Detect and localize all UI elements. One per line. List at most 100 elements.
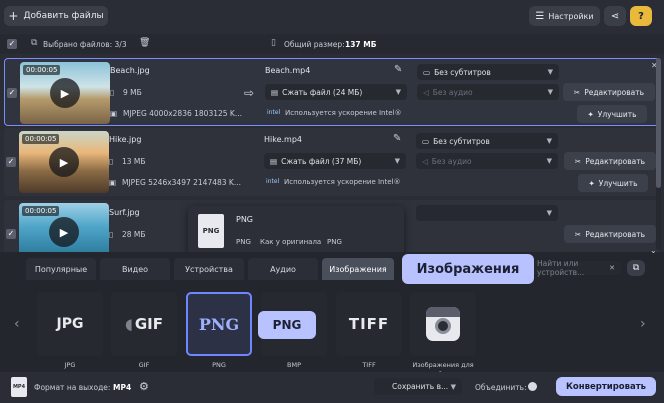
card-tooltip-label: PNG — [272, 318, 302, 332]
edit-label: Редактировать — [585, 156, 646, 166]
subtitles-select[interactable]: ▼ — [416, 205, 558, 221]
audio-select[interactable]: ◁ Без аудио ▼ — [417, 84, 559, 100]
output-filename: Hike.mp4 — [264, 135, 303, 144]
help-button[interactable]: ? — [630, 6, 652, 26]
chevron-down-icon: ▼ — [394, 157, 400, 165]
add-files-button[interactable]: + Добавить файлы — [4, 6, 108, 26]
edit-label: Редактировать — [584, 87, 645, 97]
subtitles-label: Без субтитров — [433, 136, 490, 146]
files-icon: ⧉ — [31, 38, 38, 48]
chevron-down-icon: ▼ — [395, 88, 401, 96]
scrollbar-thumb[interactable] — [656, 58, 661, 188]
magic-icon: ✦ — [588, 178, 595, 188]
file-row[interactable]: ✓ 00:00:05 ▶ Beach.jpg ▯ 9 МБ ▣ MJPEG 40… — [4, 58, 660, 126]
png-file-icon-label: PNG — [202, 227, 220, 235]
tab-tooltip-label: Изображения — [416, 261, 520, 277]
compress-icon: ▤ — [271, 87, 279, 97]
output-format-label: Формат на выходе: — [34, 383, 111, 392]
format-card-gif[interactable]: ◖ GIF — [111, 292, 177, 356]
compress-select[interactable]: ▤ Сжать файл (24 МБ) ▼ — [265, 84, 407, 100]
scrollbar[interactable] — [656, 58, 661, 250]
row-checkbox[interactable]: ✓ — [6, 157, 16, 167]
tab-devices[interactable]: Устройства — [174, 258, 244, 280]
compress-icon: ▤ — [270, 156, 278, 166]
format-caption-png: PNG — [212, 361, 226, 369]
chevron-down-icon: ▼ — [450, 382, 456, 391]
save-to-select[interactable]: Сохранить в... ▼ — [374, 378, 462, 395]
play-button[interactable]: ▶ — [50, 78, 80, 108]
play-button[interactable]: ▶ — [49, 217, 79, 247]
scroll-left-icon[interactable]: ‹ — [14, 316, 20, 332]
subtitle-icon: ▭ — [423, 67, 431, 77]
edit-button[interactable]: ✂ Редактировать — [563, 83, 655, 101]
chevron-down-icon: ▼ — [547, 88, 553, 96]
format-card-tiff-label: TIFF — [348, 315, 390, 333]
edit-button[interactable]: ✂ Редактировать — [564, 152, 656, 170]
pencil-icon[interactable]: ✎ — [394, 64, 402, 75]
gear-icon[interactable]: ⚙ — [139, 380, 149, 393]
audio-label: Без аудио — [432, 87, 473, 97]
merge-label: Объединить: — [475, 383, 527, 392]
format-card-jpg[interactable]: JPG — [37, 292, 103, 356]
compress-select[interactable]: ▤ Сжать файл (37 МБ) ▼ — [264, 153, 406, 169]
tab-tooltip: Изображения — [402, 254, 534, 284]
convert-button[interactable]: Конвертировать — [556, 377, 656, 396]
enhance-label: Улучшить — [597, 109, 637, 119]
chevron-down-icon: ▼ — [546, 209, 552, 217]
output-format-value: MP4 — [113, 383, 132, 392]
tab-images[interactable]: Изображения — [322, 258, 394, 280]
select-all-checkbox[interactable]: ✓ — [7, 39, 17, 49]
save-to-label: Сохранить в... — [392, 382, 449, 391]
file-row[interactable]: ✓ 00:00:05 ▶ Hike.jpg ▯ 13 МБ ▣ MJPEG 52… — [4, 128, 660, 196]
preset-detail-codec: PNG — [327, 238, 342, 246]
format-card-social-images[interactable] — [410, 292, 476, 356]
gif-logo-icon: ◖ — [124, 315, 133, 333]
file-size: 28 МБ — [122, 230, 146, 239]
edit-button[interactable]: ✂ Редактировать — [564, 225, 656, 243]
row-checkbox[interactable]: ✓ — [6, 229, 16, 239]
panel-collapse-icon[interactable]: ⌄ — [650, 246, 657, 255]
sliders-icon: ☰ — [535, 10, 545, 22]
card-tooltip: PNG — [258, 311, 316, 339]
tools-icon: ✂ — [574, 156, 582, 166]
scroll-right-icon[interactable]: › — [640, 316, 646, 332]
subtitles-select[interactable]: ▭ Без субтитров ▼ — [417, 64, 559, 80]
tab-audio[interactable]: Аудио — [248, 258, 318, 280]
format-search-input[interactable]: Найти или устройств... ✕ — [531, 259, 621, 277]
file-info: MJPEG 5246x3497 2147483 K... — [122, 178, 241, 187]
row-checkbox[interactable]: ✓ — [7, 88, 17, 98]
intel-icon: intel — [266, 178, 280, 185]
enhance-button[interactable]: ✦ Улучшить — [578, 174, 648, 192]
file-size: 9 МБ — [123, 88, 142, 97]
share-button[interactable]: ⋖ — [604, 6, 626, 26]
format-card-tiff[interactable]: TIFF — [336, 292, 402, 356]
subtitles-label: Без субтитров — [434, 67, 491, 77]
duration-badge: 00:00:05 — [22, 206, 60, 216]
chevron-down-icon: ▼ — [547, 68, 553, 76]
close-icon[interactable]: ✕ — [609, 264, 615, 272]
storage-icon: ▯ — [271, 38, 276, 48]
enhance-button[interactable]: ✦ Улучшить — [577, 105, 647, 123]
pencil-icon[interactable]: ✎ — [393, 133, 401, 144]
help-icon: ? — [638, 10, 644, 22]
convert-label: Конвертировать — [565, 381, 647, 392]
chevron-down-icon: ▼ — [546, 137, 552, 145]
tab-popular[interactable]: Популярные — [26, 258, 96, 280]
settings-button[interactable]: ☰ Настройки — [529, 6, 600, 26]
source-filename: Surf.jpg — [109, 208, 140, 217]
merge-toggle[interactable] — [528, 382, 537, 391]
format-card-png[interactable]: PNG — [186, 292, 252, 356]
tab-video[interactable]: Видео — [100, 258, 170, 280]
enhance-label: Улучшить — [598, 178, 638, 188]
play-button[interactable]: ▶ — [49, 147, 79, 177]
duration-badge: 00:00:05 — [23, 65, 61, 75]
source-filename: Hike.jpg — [109, 135, 142, 144]
duration-badge: 00:00:05 — [22, 134, 60, 144]
total-size-value: 137 МБ — [345, 40, 377, 49]
subtitle-icon: ▭ — [422, 136, 430, 146]
trash-icon[interactable]: 🗑 — [139, 38, 150, 48]
audio-select[interactable]: ◁ Без аудио ▼ — [416, 153, 558, 169]
custom-preset-button[interactable]: ⧉ — [627, 260, 645, 276]
subtitles-select[interactable]: ▭ Без субтитров ▼ — [416, 133, 558, 149]
speaker-icon: ◁ — [423, 87, 429, 97]
